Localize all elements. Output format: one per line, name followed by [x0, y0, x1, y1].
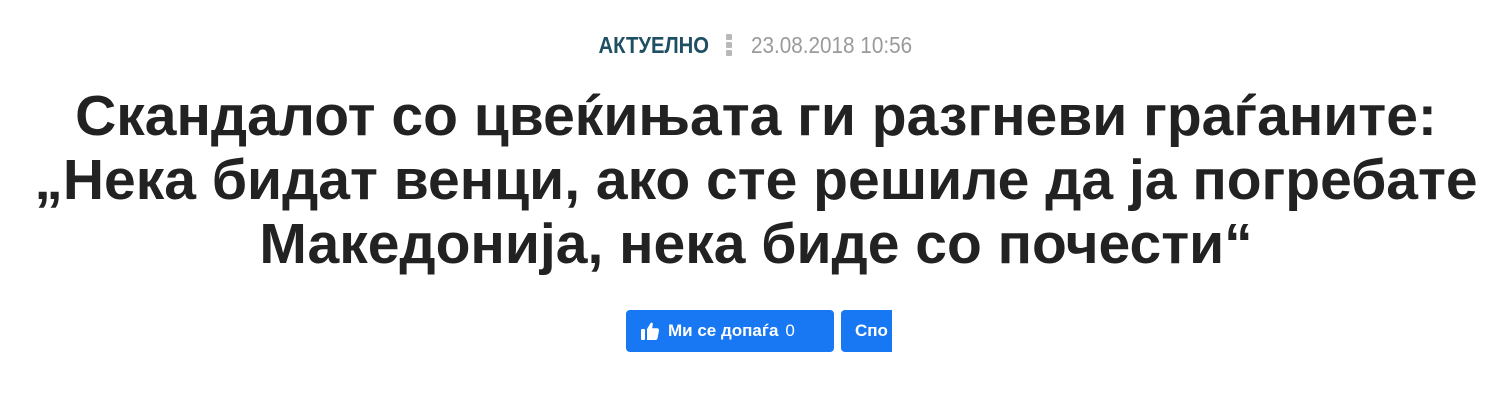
category-link[interactable]: АКТУЕЛНО [598, 32, 708, 59]
facebook-share-button[interactable]: Спо [841, 310, 892, 352]
vertical-dots-icon [726, 34, 733, 56]
facebook-share-button-clip: Спо [841, 310, 892, 352]
thumbs-up-icon [640, 321, 660, 341]
article-title: Скандалот со цвеќињата ги разгневи граѓа… [0, 84, 1512, 276]
article-meta: АКТУЕЛНО 23.08.2018 10:56 [0, 28, 1512, 62]
article-header: АКТУЕЛНО 23.08.2018 10:56 Скандалот со ц… [0, 0, 1512, 410]
share-label: Спо [855, 321, 888, 340]
like-label: Ми се допаѓа [668, 321, 779, 340]
social-buttons: Ми се допаѓа 0 Спо [626, 310, 892, 352]
facebook-like-button[interactable]: Ми се допаѓа 0 [626, 310, 834, 352]
publish-date: 23.08.2018 10:56 [751, 31, 913, 58]
article-title-line: „Нека бидат венци, ако сте решиле да ја … [34, 148, 1478, 212]
article-title-line: Македонија, нека биде со почести“ [259, 212, 1253, 276]
like-count: 0 [785, 321, 795, 340]
article-title-line: Скандалот со цвеќињата ги разгневи граѓа… [75, 84, 1437, 148]
